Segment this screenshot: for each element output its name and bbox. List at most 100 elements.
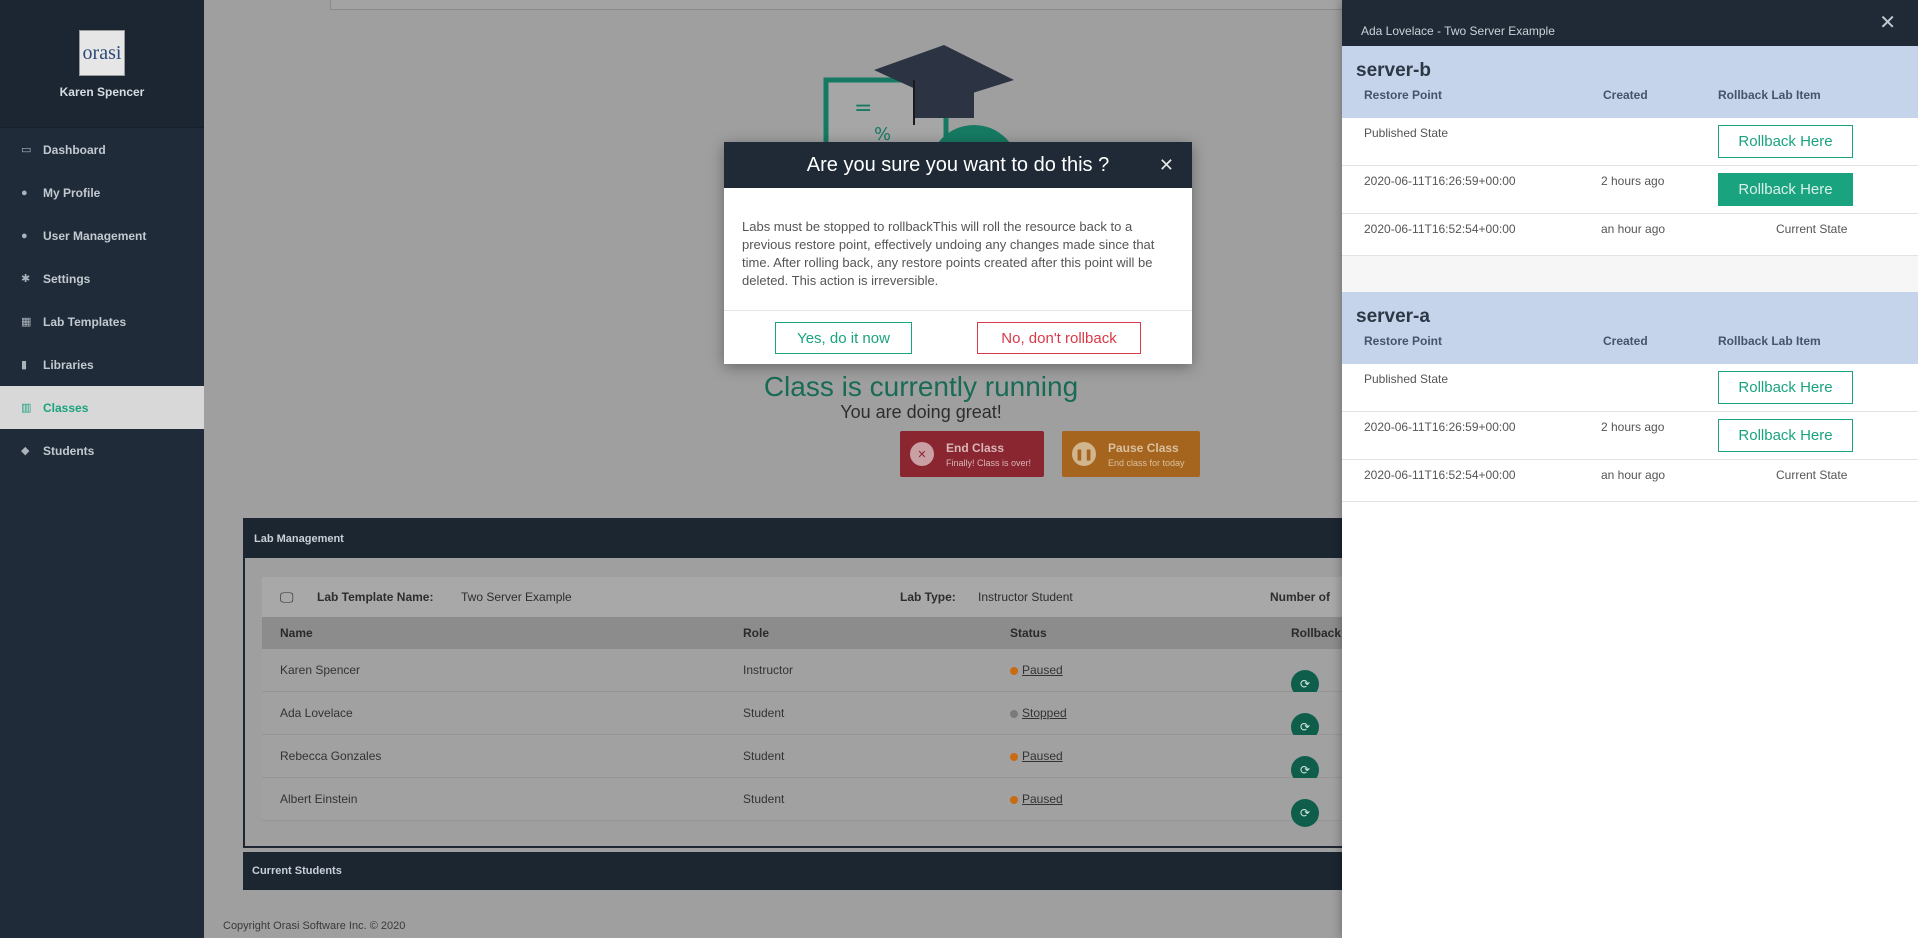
bank-icon: ▥ [21,402,32,414]
sidebar-item-label: Classes [43,400,89,415]
col-name: Name [280,626,313,640]
sidebar-item-label: Students [43,443,95,458]
close-icon[interactable]: ✕ [1879,10,1896,35]
template-name-label: Lab Template Name: [317,590,434,604]
row-role: Instructor [743,663,794,677]
lab-management-panel: Lab Management 🖵 Lab Template Name: Two … [243,518,1462,848]
rollback-here-button[interactable]: Rollback Here [1718,371,1853,404]
sidebar: orasi Karen Spencer ▭ Dashboard ● My Profi… [0,0,204,938]
col-rollback: Rollback [1291,626,1342,640]
row-role: Student [743,792,785,806]
gear-icon: ✱ [21,273,31,285]
row-name: Ada Lovelace [280,706,353,720]
status-link[interactable]: Paused [1022,663,1063,677]
restore-point-row: 2020-06-11T16:52:54+00:00 an hour ago Cu… [1342,214,1918,256]
server-columns: Restore Point Created Rollback Lab Item [1356,88,1904,116]
created-time: 2 hours ago [1601,420,1665,434]
lab-type-value: Instructor Student [978,590,1073,604]
pause-class-subtitle: End class for today [1108,457,1185,468]
lab-table-header: Name Role Status Rollback [262,617,1462,649]
rollback-side-panel: Ada Lovelace - Two Server Example ✕ serv… [1342,0,1918,938]
col-status: Status [1010,626,1047,640]
sidebar-nav: ▭ Dashboard ● My Profile ● User Management … [0,128,204,472]
restore-point: Published State [1364,372,1449,386]
confirm-yes-button[interactable]: Yes, do it now [775,322,912,354]
confirm-rollback-modal: Are you sure you want to do this ? ✕ Lab… [724,142,1192,364]
restore-point: Published State [1364,126,1449,140]
restore-point-row: 2020-06-11T16:26:59+00:00 2 hours ago Ro… [1342,166,1918,214]
sidebar-item-dashboard[interactable]: ▭ Dashboard [0,128,204,171]
rollback-here-button[interactable]: Rollback Here [1718,419,1853,452]
sidebar-item-label: User Management [43,228,147,243]
sidebar-item-my-profile[interactable]: ● My Profile [0,171,204,214]
svg-text:=: = [854,96,872,121]
end-class-title: End Class [946,440,1005,455]
server-header: server-b Restore Point Created Rollback … [1342,46,1918,118]
table-row: Ada Lovelace Student Stopped ⟳ [262,692,1462,741]
table-row: Karen Spencer Instructor Paused ⟳ [262,649,1462,698]
status-dot-icon [1010,709,1018,718]
sidebar-item-label: Dashboard [43,142,106,157]
sidebar-item-label: Lab Templates [43,314,127,329]
status-dot-icon [1010,795,1018,804]
lab-management-header: Lab Management [245,520,1441,558]
pause-class-button[interactable]: ❚❚ Pause Class End class for today [1062,431,1200,477]
row-name: Albert Einstein [280,792,358,806]
refresh-icon[interactable]: ⟳ [1291,799,1319,827]
sidebar-item-label: Libraries [43,357,94,372]
row-name: Karen Spencer [280,663,361,677]
sidebar-item-label: Settings [43,271,91,286]
graduation-cap-icon: ◆ [21,445,30,457]
confirm-no-button[interactable]: No, don't rollback [977,322,1141,354]
created-time: an hour ago [1601,468,1666,482]
server-name: server-a [1356,306,1430,327]
sidebar-profile: orasi Karen Spencer [0,0,204,128]
modal-title: Are you sure you want to do this ? [806,154,1110,176]
col-rollback-lab-item: Rollback Lab Item [1718,334,1821,348]
template-name-value: Two Server Example [461,590,572,604]
col-rollback-lab-item: Rollback Lab Item [1718,88,1821,102]
current-state-label: Current State [1776,468,1848,482]
created-time: 2 hours ago [1601,174,1665,188]
status-link[interactable]: Paused [1022,792,1063,806]
number-of-label: Number of [1270,590,1330,604]
sidebar-item-settings[interactable]: ✱ Settings [0,257,204,300]
close-icon[interactable]: ✕ [1159,142,1174,188]
current-students-header[interactable]: Current Students [243,852,1443,890]
sidebar-item-students[interactable]: ◆ Students [0,429,204,472]
orasi-logo: orasi [79,30,125,76]
section-gap [1342,256,1918,292]
copyright-text: Copyright Orasi Software Inc. © 2020 [223,920,406,932]
sidebar-item-lab-templates[interactable]: ▦ Lab Templates [0,300,204,343]
row-role: Student [743,749,785,763]
sidebar-item-user-management[interactable]: ● User Management [0,214,204,257]
lab-management-body: 🖵 Lab Template Name: Two Server Example … [262,577,1462,827]
restore-point: 2020-06-11T16:52:54+00:00 [1364,222,1516,236]
status-link[interactable]: Paused [1022,749,1063,763]
lab-info-bar: 🖵 Lab Template Name: Two Server Example … [262,577,1462,617]
sidebar-user-name: Karen Spencer [59,85,145,99]
book-icon: ▮ [21,359,28,371]
sidebar-item-libraries[interactable]: ▮ Libraries [0,343,204,386]
status-link[interactable]: Stopped [1022,706,1067,720]
sidebar-item-classes[interactable]: ▥ Classes [0,386,204,429]
restore-point-row: Published State Rollback Here [1342,118,1918,166]
rollback-here-button[interactable]: Rollback Here [1718,173,1853,206]
rollback-here-button[interactable]: Rollback Here [1718,125,1853,158]
col-created: Created [1603,88,1648,102]
modal-message: Labs must be stopped to rollbackThis wil… [724,188,1192,311]
top-strip [330,0,1430,10]
table-row: Rebecca Gonzales Student Paused ⟳ [262,735,1462,784]
row-role: Student [743,706,785,720]
restore-point: 2020-06-11T16:52:54+00:00 [1364,468,1516,482]
cubes-icon: ▦ [21,316,32,328]
row-status: Paused [1010,749,1063,763]
row-status: Paused [1010,663,1063,677]
server-section: server-b Restore Point Created Rollback … [1342,46,1918,256]
end-class-button[interactable]: ✕ End Class Finally! Class is over! [900,431,1044,477]
user-icon: ● [21,186,28,199]
side-panel-title: Ada Lovelace - Two Server Example [1361,24,1555,38]
close-circle-icon: ✕ [910,442,934,466]
pause-class-title: Pause Class [1108,440,1179,455]
server-section: server-a Restore Point Created Rollback … [1342,292,1918,502]
